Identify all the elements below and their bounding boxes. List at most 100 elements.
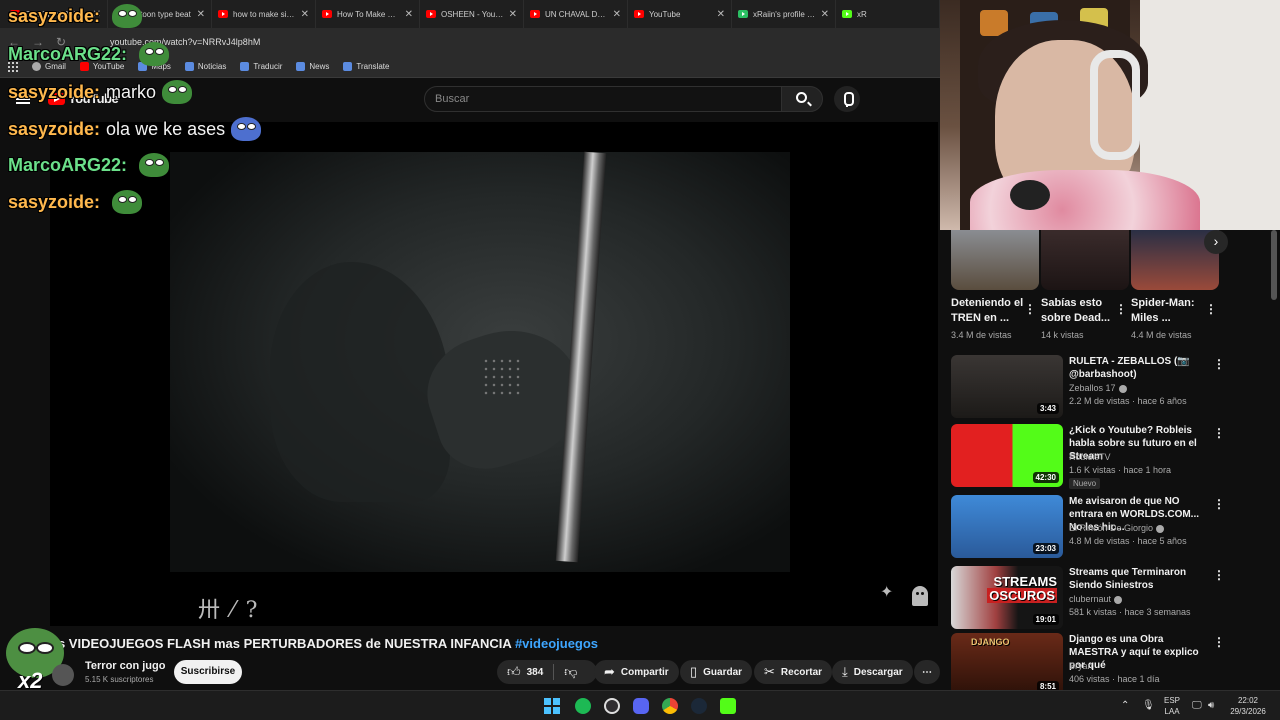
video-title[interactable]: RULETA - ZEBALLOS (📷 @barbashoot) [1069,355,1207,381]
windows-taskbar: ⌃ 🎙︎ ESP LAA 🖵︎ 🔊︎ 22:02 29/3/2026 [0,690,1280,720]
recommended-video[interactable]: STREAMS OSCUROS 19:01 Streams que Termin… [951,566,1241,629]
youtube-icon [634,10,644,18]
divider [553,664,555,680]
more-vert-icon[interactable]: ⋮ [1115,302,1127,316]
channel-avatar[interactable] [52,664,74,686]
bookmark-news[interactable]: News [296,62,329,71]
short-title[interactable]: Deteniendo el TREN en ... [951,296,1031,326]
voice-search-icon[interactable] [834,86,860,112]
short-thumbnail[interactable] [951,230,1039,290]
recommended-video[interactable]: 3:43 RULETA - ZEBALLOS (📷 @barbashoot) Z… [951,355,1241,418]
channel-name[interactable]: RobleisTV [1069,452,1111,462]
browser-tab[interactable]: OSHEEN - YouTube✕ [420,0,524,28]
like-count[interactable]: 384 [527,667,544,678]
channel-name[interactable]: El Rincón De Giorgio [1069,523,1165,533]
youtube-icon [530,10,540,18]
close-tab-icon[interactable]: ✕ [613,9,621,20]
recommended-video[interactable]: 42:30 ¿Kick o Youtube? Robleis habla sob… [951,424,1241,489]
video-thumbnail[interactable]: STREAMS OSCUROS 19:01 [951,566,1063,629]
like-icon[interactable]: 👍︎ [507,664,521,680]
clip-button[interactable]: ✂ Recortar [754,660,833,684]
browser-tab[interactable]: UN CHAVAL DE 1 ✕ [524,0,628,28]
channel-name[interactable]: Zeballos 17 [1069,383,1127,393]
search-button[interactable] [781,86,823,112]
download-button[interactable]: ⤓ Descargar [832,660,913,684]
youtube-icon [322,10,332,18]
duration-badge: 23:03 [1032,543,1059,554]
video-thumbnail[interactable]: 23:03 [951,495,1063,558]
browser-tab[interactable]: how to make simple✕ [212,0,316,28]
obs-icon[interactable] [604,698,620,714]
close-tab-icon[interactable]: ✕ [509,9,517,20]
video-thumbnail[interactable]: 3:43 [951,355,1063,418]
more-vert-icon[interactable]: ⋮ [1213,426,1225,440]
short-views: 3.4 M de vistas [951,330,1012,340]
frog-emote [112,4,143,28]
video-player[interactable]: 卅 ⁄ ? ✦ [50,122,938,626]
network-icon[interactable]: 🖵︎ [1192,700,1202,711]
scribble-mark: 卅 ⁄ ? [198,598,260,623]
verified-icon [1114,595,1123,604]
video-meta: 2.2 M de vistas · hace 6 años [1069,396,1187,406]
more-vert-icon[interactable]: ⋮ [1213,497,1225,511]
share-button[interactable]: ➦ Compartir [594,660,679,684]
more-vert-icon[interactable]: ⋮ [1213,357,1225,371]
browser-tab[interactable]: How To Make a Pi ✕ [316,0,420,28]
chevron-up-icon[interactable]: ⌃ [1121,700,1129,711]
bookmark-traducir[interactable]: Traducir [240,62,282,71]
share-icon: ➦ [604,664,615,679]
steam-icon[interactable] [691,698,707,714]
more-vert-icon[interactable]: ⋮ [1213,568,1225,582]
browser-tab[interactable]: xR [836,0,940,28]
video-title: os VIDEOJUEGOS FLASH mas PERTURBADORES d… [50,636,599,651]
search-input[interactable]: Buscar [424,86,782,112]
browser-tab[interactable]: YouTube ✕ [628,0,732,28]
discord-icon[interactable] [633,698,649,714]
close-tab-icon[interactable]: ✕ [821,9,829,20]
channel-name[interactable]: Terror con jugo [85,660,165,672]
more-actions-button[interactable]: ⋯ [914,660,940,684]
close-tab-icon[interactable]: ✕ [301,9,309,20]
spotify-icon[interactable] [575,698,591,714]
close-tab-icon[interactable]: ✕ [717,9,725,20]
chat-message: sasyzoide: [8,2,143,30]
dislike-icon[interactable]: 👎︎ [564,664,577,680]
windows-icon[interactable] [544,698,560,714]
ghost-icon [912,586,928,606]
channel-name[interactable]: clubernaut [1069,594,1123,604]
browser-tab[interactable]: xRaiin's profile • L ✕ [732,0,836,28]
channel-name[interactable]: Bryan [1069,661,1093,671]
sidebar-scrollbar[interactable] [1271,230,1277,300]
bookmark-noticias[interactable]: Noticias [184,62,226,71]
short-thumbnail[interactable] [1041,230,1129,290]
short-title[interactable]: Spider-Man: Miles ... [1131,296,1211,326]
chevron-right-icon[interactable]: › [1204,230,1228,254]
short-views: 14 k vistas [1041,330,1084,340]
chat-message: sasyzoide: [8,188,143,216]
kick-icon[interactable] [720,698,736,714]
more-vert-icon[interactable]: ⋮ [1024,302,1036,316]
subscribe-button[interactable]: Suscribirse [174,660,242,684]
clock[interactable]: 22:02 29/3/2026 [1228,695,1268,717]
more-vert-icon[interactable]: ⋮ [1213,635,1225,649]
youtube-icon [218,10,228,18]
video-thumbnail[interactable]: DJANGO 8:51 [951,633,1063,690]
mic-tray-icon[interactable]: 🎙︎ [1142,700,1155,711]
keyboard-language[interactable]: ESP LAA [1164,695,1180,717]
short-title[interactable]: Sabías esto sobre Dead... [1041,296,1121,326]
save-button[interactable]: ▯ Guardar [680,660,753,684]
volume-icon[interactable]: 🔊︎ [1208,700,1214,711]
bookmark-translate[interactable]: Translate [343,62,389,71]
like-dislike-group: 👍︎ 384 👎︎ [497,660,597,684]
video-title[interactable]: Streams que Terminaron Siendo Siniestros [1069,566,1207,592]
video-thumbnail[interactable]: 42:30 [951,424,1063,487]
recommended-video[interactable]: DJANGO 8:51 Django es una Obra MAESTRA y… [951,633,1241,690]
recommended-video[interactable]: 23:03 Me avisaron de que NO entrara en W… [951,495,1241,558]
close-tab-icon[interactable]: ✕ [197,9,205,20]
scissors-icon: ✂ [764,664,775,679]
chrome-icon[interactable] [662,698,678,714]
close-tab-icon[interactable]: ✕ [405,9,413,20]
hashtag-link[interactable]: #videojuegos [515,636,598,651]
more-vert-icon[interactable]: ⋮ [1205,302,1217,316]
duration-badge: 3:43 [1036,403,1059,414]
